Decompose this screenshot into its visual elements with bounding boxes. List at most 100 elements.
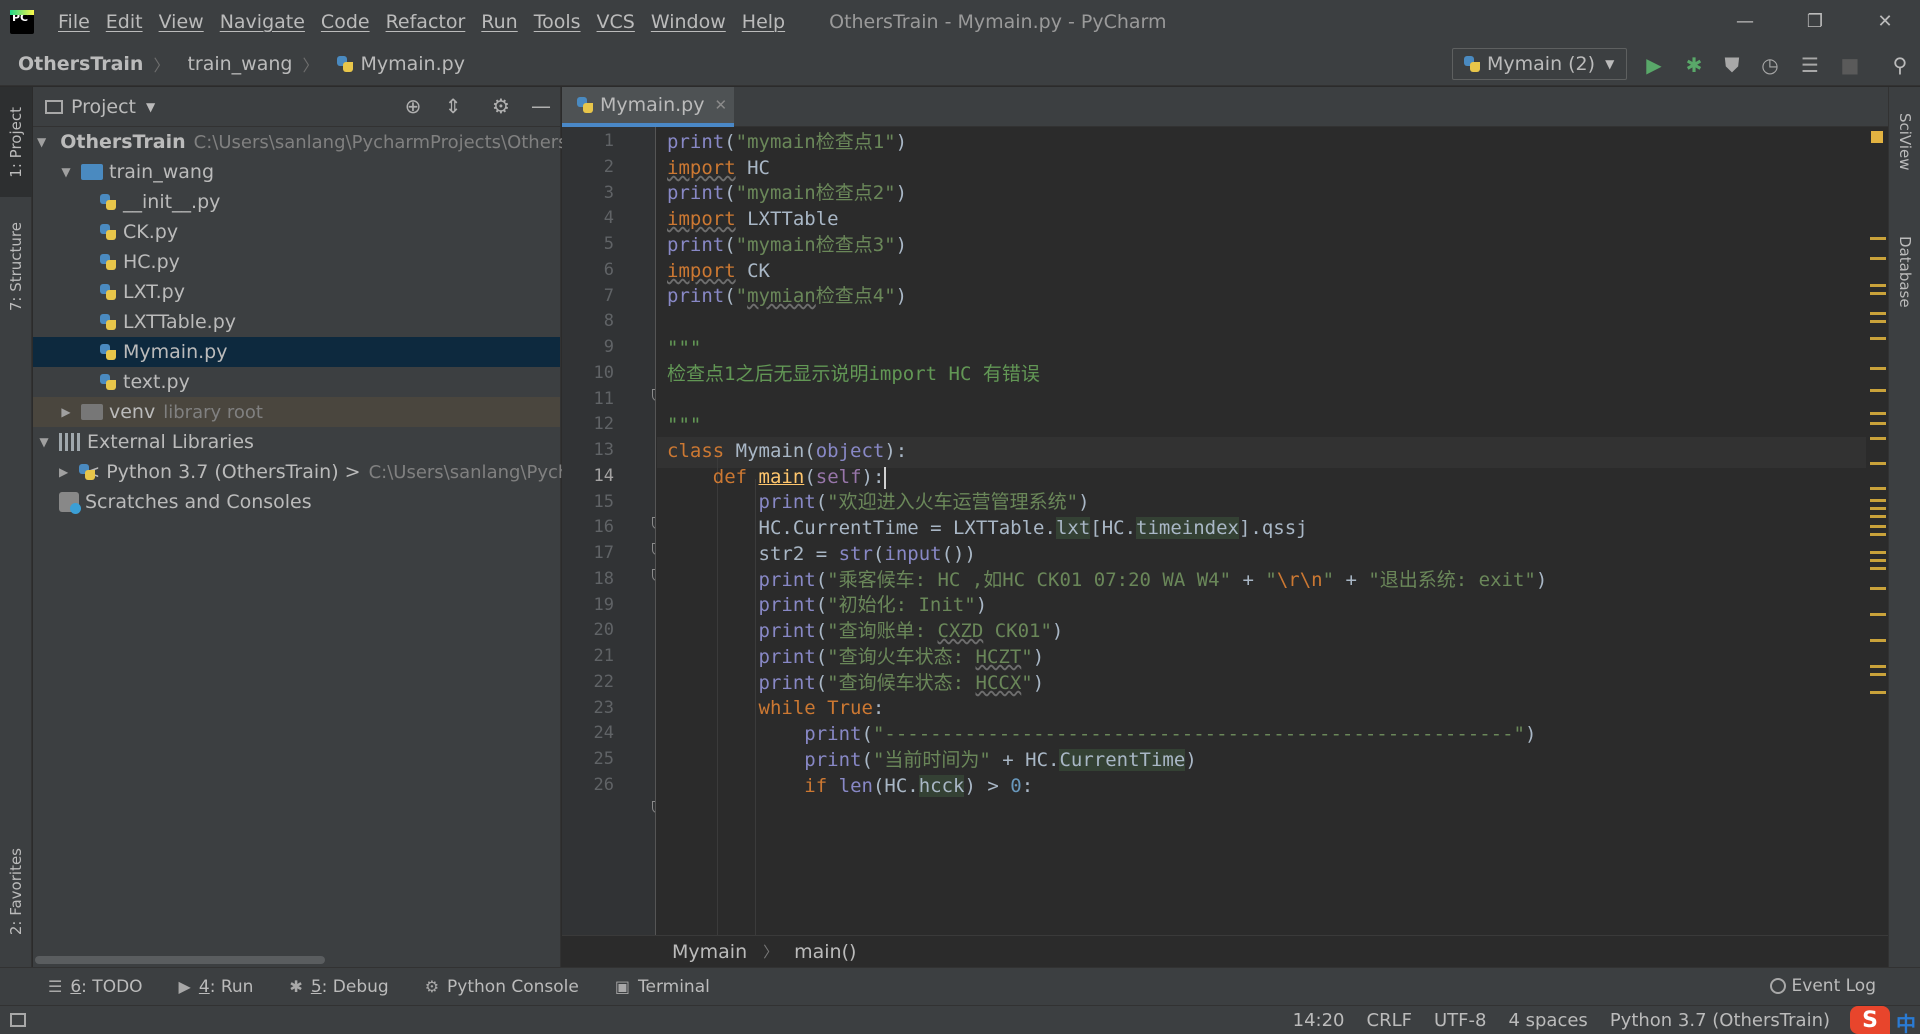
line-number[interactable]: 10: [562, 363, 614, 383]
line-number[interactable]: 20: [562, 620, 614, 640]
warning-icon[interactable]: [1871, 131, 1883, 143]
coverage-icon[interactable]: ⛊: [1718, 51, 1746, 79]
warning-mark[interactable]: [1870, 437, 1886, 440]
ime-logo-icon[interactable]: S: [1850, 1006, 1890, 1034]
status-interpreter[interactable]: Python 3.7 (OthersTrain): [1610, 1010, 1830, 1031]
tree-item-python-sdk[interactable]: ▶ < Python 3.7 (OthersTrain) > C:\Users\…: [33, 457, 569, 487]
warning-mark[interactable]: [1870, 551, 1886, 554]
fold-marker-icon[interactable]: [652, 517, 655, 529]
warning-mark[interactable]: [1870, 525, 1886, 528]
tab-database[interactable]: Database: [1889, 217, 1920, 327]
gear-icon[interactable]: ⚙: [488, 93, 514, 119]
line-number[interactable]: 9: [562, 337, 614, 357]
horizontal-scrollbar[interactable]: [35, 956, 325, 964]
line-number[interactable]: 22: [562, 672, 614, 692]
warning-mark[interactable]: [1870, 499, 1886, 502]
warning-mark[interactable]: [1870, 320, 1886, 323]
fold-marker-icon[interactable]: [652, 389, 655, 401]
tool-run[interactable]: ▶ 4: Run: [179, 977, 254, 997]
warning-mark[interactable]: [1870, 292, 1886, 295]
line-number[interactable]: 12: [562, 414, 614, 434]
line-number[interactable]: 26: [562, 775, 614, 795]
stop-icon[interactable]: ■: [1836, 51, 1864, 79]
concurrency-icon[interactable]: ☰: [1796, 51, 1824, 79]
editor-breadcrumb-method[interactable]: main(): [794, 941, 856, 963]
warning-mark[interactable]: [1870, 237, 1886, 240]
close-icon[interactable]: ✕: [714, 96, 727, 114]
warning-mark[interactable]: [1870, 533, 1886, 536]
warning-mark[interactable]: [1870, 312, 1886, 315]
collapsed-arrow-icon[interactable]: ▶: [59, 465, 68, 479]
line-number[interactable]: 2: [562, 157, 614, 177]
tree-item-root[interactable]: ▼ OthersTrain C:\Users\sanlang\PycharmPr…: [33, 127, 568, 157]
locate-icon[interactable]: ⊕: [400, 93, 426, 119]
line-number[interactable]: 13: [562, 440, 614, 460]
line-number[interactable]: 8: [562, 311, 614, 331]
tree-item-file[interactable]: HC.py: [33, 247, 560, 277]
menu-tools[interactable]: Tools: [526, 11, 589, 33]
warning-mark[interactable]: [1870, 613, 1886, 616]
line-number[interactable]: 5: [562, 234, 614, 254]
search-icon[interactable]: ⚲: [1886, 51, 1914, 79]
line-number[interactable]: 4: [562, 208, 614, 228]
tree-item-external-libraries[interactable]: ▼ External Libraries: [33, 427, 560, 457]
tree-item-venv[interactable]: ▶ venv library root: [33, 397, 560, 427]
project-panel-title[interactable]: Project: [71, 96, 136, 118]
expanded-arrow-icon[interactable]: ▼: [37, 135, 46, 149]
line-number[interactable]: 23: [562, 698, 614, 718]
minimize-button[interactable]: —: [1710, 0, 1780, 43]
line-number[interactable]: 11: [562, 389, 614, 409]
tab-structure[interactable]: 7: Structure: [0, 207, 32, 327]
menu-view[interactable]: View: [151, 11, 212, 33]
tree-item-scratches[interactable]: Scratches and Consoles: [33, 487, 560, 517]
menu-run[interactable]: Run: [473, 11, 525, 33]
line-number[interactable]: 15: [562, 492, 614, 512]
restore-button[interactable]: ❐: [1780, 0, 1850, 43]
warning-mark[interactable]: [1870, 639, 1886, 642]
tree-item-file-selected[interactable]: Mymain.py: [33, 337, 560, 367]
tab-mymain[interactable]: Mymain.py ✕: [562, 87, 734, 127]
warning-mark[interactable]: [1870, 412, 1886, 415]
profile-icon[interactable]: ◷: [1756, 51, 1784, 79]
menu-navigate[interactable]: Navigate: [212, 11, 313, 33]
menu-window[interactable]: Window: [643, 11, 734, 33]
tab-project[interactable]: 1: Project: [0, 87, 32, 197]
tool-terminal[interactable]: ▣ Terminal: [615, 977, 710, 997]
event-log-button[interactable]: Event Log: [1769, 976, 1876, 996]
expanded-arrow-icon[interactable]: ▼: [37, 435, 51, 449]
menu-file[interactable]: File: [50, 11, 98, 33]
warning-mark[interactable]: [1870, 462, 1886, 465]
tree-item-folder[interactable]: ▼ train_wang: [33, 157, 560, 187]
expanded-arrow-icon[interactable]: ▼: [59, 165, 73, 179]
warning-mark[interactable]: [1870, 422, 1886, 425]
breadcrumb-project[interactable]: OthersTrain: [0, 53, 143, 75]
code-editor[interactable]: print("mymain检查点1") import HC print("mym…: [657, 127, 1869, 935]
fold-marker-icon[interactable]: [652, 801, 655, 813]
line-number[interactable]: 3: [562, 183, 614, 203]
collapsed-arrow-icon[interactable]: ▶: [59, 405, 73, 419]
hide-icon[interactable]: —: [528, 93, 554, 119]
tab-favorites[interactable]: 2: Favorites: [0, 827, 32, 957]
warning-mark[interactable]: [1870, 673, 1886, 676]
warning-mark[interactable]: [1870, 567, 1886, 570]
chevron-down-icon[interactable]: ▼: [146, 100, 155, 114]
line-number[interactable]: 14: [562, 466, 614, 486]
line-number[interactable]: 7: [562, 286, 614, 306]
tool-windows-toggle-icon[interactable]: [10, 1013, 26, 1027]
warning-mark[interactable]: [1870, 559, 1886, 562]
close-button[interactable]: ✕: [1850, 0, 1920, 43]
warning-mark[interactable]: [1870, 367, 1886, 370]
warning-mark[interactable]: [1870, 487, 1886, 490]
warning-mark[interactable]: [1870, 507, 1886, 510]
menu-edit[interactable]: Edit: [98, 11, 151, 33]
tree-item-file[interactable]: LXT.py: [33, 277, 560, 307]
tree-item-file[interactable]: CK.py: [33, 217, 560, 247]
ime-mode-indicator[interactable]: 中: [1896, 1008, 1916, 1034]
debug-icon[interactable]: ✱: [1680, 51, 1708, 79]
menu-code[interactable]: Code: [313, 11, 378, 33]
warning-mark[interactable]: [1870, 587, 1886, 590]
status-encoding[interactable]: UTF-8: [1434, 1010, 1486, 1031]
breadcrumb-folder[interactable]: train_wang: [169, 53, 292, 75]
warning-mark[interactable]: [1870, 515, 1886, 518]
tool-todo[interactable]: ☰ 6: TODO: [48, 977, 143, 997]
